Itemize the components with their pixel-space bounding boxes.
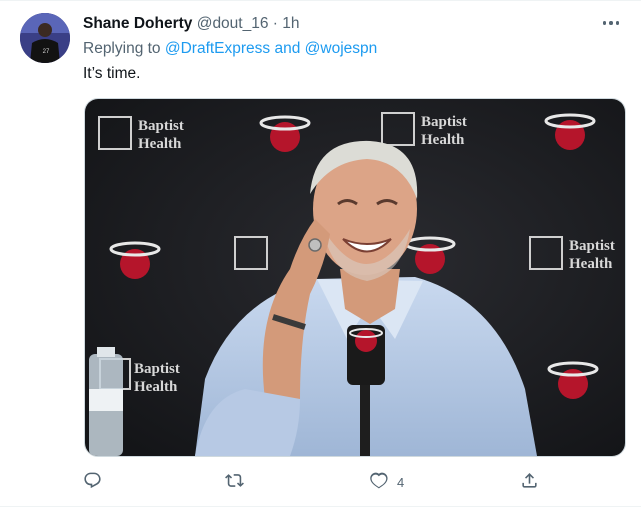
author-name[interactable]: Shane Doherty [83,15,192,32]
water-bottle [89,347,123,456]
tweet-photo[interactable]: Baptist Health Baptist Health Baptist He… [84,98,626,457]
reply-button[interactable] [83,470,102,494]
header-separator: · [272,15,278,32]
backdrop-brand-5: Baptist [569,238,615,254]
backdrop-brand-1: Baptist [138,118,184,134]
backdrop-brand-3: Baptist [421,114,467,130]
tweet-card[interactable]: 27 Shane Doherty @dout_16 · 1h Replying … [0,0,641,507]
tweet-timestamp[interactable]: 1h [282,15,299,32]
share-button[interactable] [520,470,539,494]
reply-icon [83,471,102,493]
more-horizontal-icon [602,21,620,25]
backdrop-brand-6: Health [569,256,613,272]
tweet-text: It’s time. [83,65,141,82]
replying-to: Replying to @DraftExpress and @wojespn [83,39,377,59]
retweet-icon [225,471,244,493]
backdrop-brand-8: Health [134,379,178,395]
tweet-header: Shane Doherty @dout_16 · 1h [83,14,300,34]
mention-and: and [270,40,305,57]
more-options-button[interactable] [599,13,623,33]
mention-wojespn[interactable]: @wojespn [305,40,378,57]
like-button[interactable]: 4 [369,470,404,494]
svg-text:27: 27 [43,49,50,55]
backdrop-brand-7: Baptist [134,361,180,377]
replying-to-label: Replying to [83,40,165,57]
press-conference-photo: Baptist Health Baptist Health Baptist He… [85,99,625,456]
retweet-button[interactable] [225,470,244,494]
heart-icon [369,471,388,493]
mention-draftexpress[interactable]: @DraftExpress [165,40,270,57]
backdrop-brand-4: Health [421,132,465,148]
like-count: 4 [397,474,405,490]
share-icon [520,471,539,493]
tweet-actions: 4 [83,470,553,494]
author-handle[interactable]: @dout_16 [197,15,269,32]
backdrop-brand-2: Health [138,136,182,152]
author-avatar[interactable]: 27 [20,13,70,63]
avatar-image: 27 [20,13,70,63]
